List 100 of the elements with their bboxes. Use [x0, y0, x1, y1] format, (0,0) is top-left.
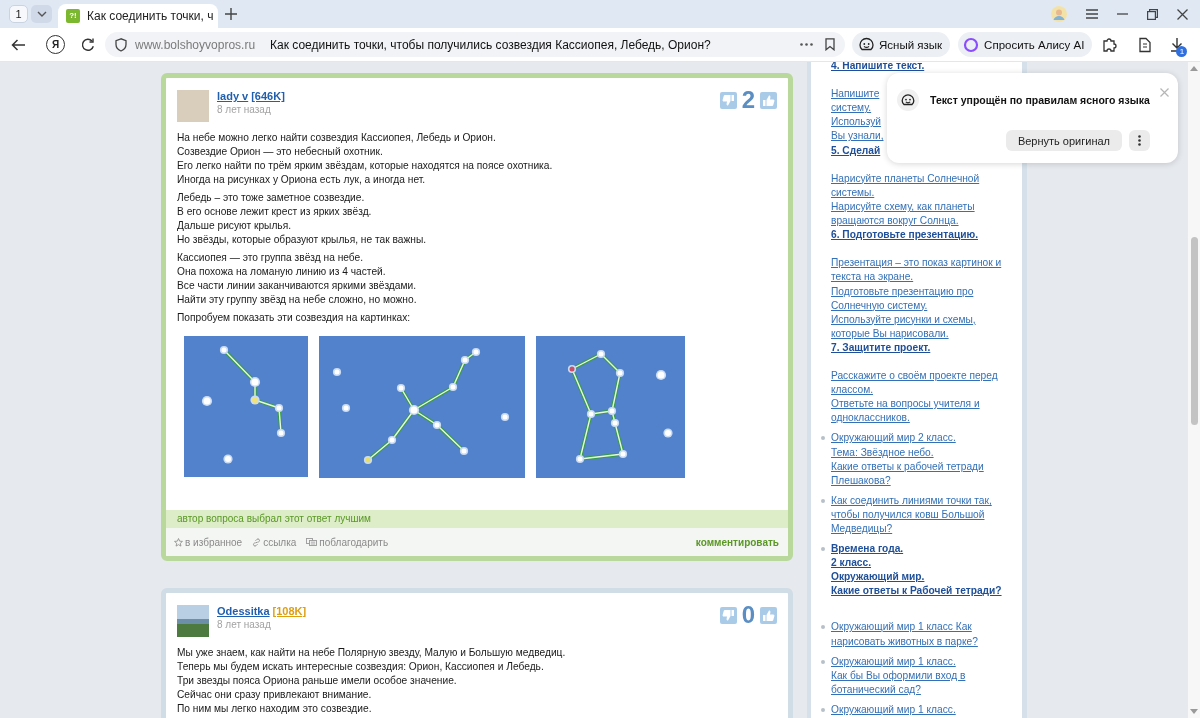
bills-icon — [306, 538, 318, 546]
sidebar-link[interactable]: Напишите — [831, 87, 880, 102]
best-answer-banner: автор вопроса выбрал этот ответ лучшим — [166, 510, 788, 528]
sidebar-link[interactable]: вращаются вокруг Солнца. — [831, 214, 959, 229]
more-icon — [1138, 135, 1141, 146]
share-link[interactable]: ссылка — [252, 536, 297, 548]
sidebar-link[interactable]: Используйте рисунки и схемы, — [831, 312, 976, 327]
sidebar-link[interactable]: классом. — [831, 383, 873, 398]
download-icon[interactable] — [1170, 37, 1185, 52]
answer-time: 8 лет назад — [217, 103, 272, 116]
thumbs-down-icon[interactable] — [719, 91, 737, 109]
shield-icon — [115, 37, 127, 52]
close-icon[interactable] — [1177, 8, 1188, 20]
sidebar-link[interactable]: Окружающий мир 1 класс Как — [831, 620, 972, 635]
sidebar-link[interactable]: Как соединить линиями точки так, — [831, 493, 992, 508]
thumbs-up-icon[interactable] — [760, 91, 777, 109]
author-link[interactable]: lady v — [217, 90, 249, 102]
sidebar-link[interactable]: Тема: Звёздное небо. — [831, 445, 934, 460]
restore-icon[interactable] — [1147, 8, 1158, 20]
scroll-up-icon[interactable] — [1190, 66, 1198, 71]
sidebar-link[interactable]: 2 класс. — [831, 556, 872, 571]
sidebar-link[interactable]: чтобы получился ковш Большой — [831, 507, 985, 522]
link-icon — [252, 537, 262, 547]
sidebar-link[interactable]: Какие ответы к рабочей тетради — [831, 459, 984, 474]
sidebar-link[interactable]: Расскажите о своём проекте перед — [831, 369, 998, 384]
sidebar-link[interactable]: Нарисуйте схему, как планеты — [831, 199, 975, 215]
sidebar-link[interactable]: системы. — [831, 185, 875, 200]
bullet-icon — [821, 547, 825, 552]
scrollbar[interactable] — [1188, 62, 1200, 718]
address-field[interactable]: www.bolshoyvopros.ru Как соединить точки, чтобы получились созвездия Кассиопея, Лебедь, Орион? — [105, 32, 845, 57]
sidebar-link[interactable]: Используй — [831, 115, 881, 130]
avatar-placeholder — [177, 90, 209, 122]
sidebar-link[interactable]: Как бы Вы оформили вход в — [831, 668, 966, 683]
sidebar-link[interactable]: ботанический сад? — [831, 682, 921, 697]
vote-count: 2 — [741, 91, 755, 109]
thumbs-down-icon[interactable] — [719, 606, 737, 624]
sidebar-link[interactable]: которые Вы нарисовали. — [831, 326, 949, 341]
sidebar-link[interactable]: Времена года. — [831, 542, 904, 557]
author-link[interactable]: Odessitka — [217, 605, 270, 617]
sidebar-link[interactable]: Окружающий мир 1 класс. — [831, 654, 956, 669]
sidebar-link[interactable]: систему. — [831, 101, 872, 116]
bookmark-icon[interactable] — [825, 38, 835, 51]
site-favicon: ?! — [66, 9, 80, 23]
smile-icon — [859, 37, 874, 52]
popup-title: Текст упрощён по правилам ясного языка — [930, 94, 1150, 106]
sidebar-link[interactable]: Солнечную систему. — [831, 298, 928, 313]
sidebar-link[interactable]: Плешакова? — [831, 473, 891, 488]
sidebar-link[interactable]: 7. Защитите проект. — [831, 340, 931, 355]
scrollbar-thumb[interactable] — [1190, 237, 1198, 425]
reload-icon[interactable] — [81, 37, 95, 52]
answer-time: 8 лет назад — [217, 618, 272, 631]
browser-tab[interactable]: ?! Как соединить точки, ч — [58, 4, 218, 28]
sidebar-link[interactable]: нарисовать животных в парке? — [831, 634, 978, 649]
bullet-icon — [821, 707, 825, 712]
sidebar-link[interactable]: 5. Сделай — [831, 143, 881, 158]
back-arrow-icon[interactable] — [11, 38, 26, 51]
photo-placeholder — [177, 605, 209, 637]
answer-paragraph: Попробуем показать эти созвездия на картинках: — [177, 311, 412, 325]
sidebar-link[interactable]: 4. Напишите текст. — [831, 62, 925, 74]
more-button[interactable] — [1129, 130, 1150, 151]
thumbs-up-icon[interactable] — [760, 606, 777, 624]
sidebar-link[interactable]: Какие ответы к Рабочей тетради? — [831, 584, 1002, 599]
bullet-icon — [821, 436, 825, 441]
thank-link[interactable]: поблагодарить — [306, 536, 389, 548]
restore-original-button[interactable]: Вернуть оригинал — [1005, 130, 1122, 151]
bullet-icon — [821, 625, 825, 630]
add-to-favorites-link[interactable]: в избранное — [174, 536, 243, 548]
author-rating[interactable]: [646K] — [251, 90, 285, 102]
answer-paragraph: Кассиопея — это группа звёзд на небе. Она похожа на ломаную линию из 4 частей. Все части линии заканчиваются яркими звёздами. Найти эту группу звёзд на небе сложно, но можно. — [177, 251, 418, 307]
star-icon — [174, 537, 183, 547]
page-title-text: Как соединить точки, чтобы получились созвездия Кассиопея, Лебедь, Орион? — [270, 37, 711, 52]
sidebar-link[interactable]: Окружающий мир 1 класс. — [831, 702, 956, 718]
sidebar-link[interactable]: Окружающий мир 2 класс. — [831, 431, 956, 446]
tab-list-button[interactable] — [31, 5, 52, 23]
sidebar-link[interactable]: Подготовьте презентацию про — [831, 284, 974, 299]
dots-icon[interactable] — [800, 43, 813, 46]
sidebar-link[interactable]: одноклассников. — [831, 411, 910, 426]
sidebar-link[interactable]: текста на экране. — [831, 270, 914, 285]
scroll-down-icon[interactable] — [1190, 709, 1198, 714]
download-count: 1 — [1176, 46, 1188, 57]
smile-icon — [897, 89, 919, 111]
answer-paragraph: На небе можно легко найти созвездия Кассиопея, Лебедь и Орион. Созвездие Орион — это небесный охотник. Его легко найти по трём ярким звёздам, которые находятся на поясе охотника. Иногда на рисунках у Ориона есть лук, а иногда нет. — [177, 131, 554, 187]
comment-link[interactable]: комментировать — [695, 536, 779, 548]
sidebar-link[interactable]: Окружающий мир. — [831, 570, 925, 585]
answer-paragraph: Мы уже знаем, как найти на небе Полярную звезду, Малую и Большую медведиц. Теперь мы будем искать интересные созвездия: Орион, Кассиопея и Лебедь. Три звезды пояса Ориона раньше имели особое значение. Сейчас они сразу привлекают внимание. По ним мы легко находим это созвездие. — [177, 646, 567, 716]
puzzle-icon[interactable] — [1102, 36, 1119, 53]
document-icon[interactable] — [1137, 36, 1154, 53]
clear-language-button[interactable]: Ясный язык — [852, 32, 951, 57]
sidebar-link[interactable]: Презентация – это показ картинок и — [831, 256, 1002, 271]
new-tab-plus-icon[interactable] — [225, 8, 237, 20]
bullet-icon — [821, 498, 825, 503]
ask-alice-button[interactable]: Спросить Алису AI — [958, 32, 1093, 57]
vote-count: 0 — [741, 606, 755, 624]
menu-icon[interactable] — [1086, 9, 1098, 19]
sidebar-link[interactable]: Медведицы? — [831, 522, 893, 537]
tab-counter-button[interactable]: 1 — [9, 5, 28, 23]
sidebar-link[interactable]: 6. Подготовьте презентацию. — [831, 228, 978, 243]
sidebar-link[interactable]: Ответьте на вопросы учителя и — [831, 397, 980, 412]
sidebar-link[interactable]: Вы узнали, — [831, 129, 884, 144]
sidebar-link[interactable]: Нарисуйте планеты Солнечной — [831, 171, 980, 186]
